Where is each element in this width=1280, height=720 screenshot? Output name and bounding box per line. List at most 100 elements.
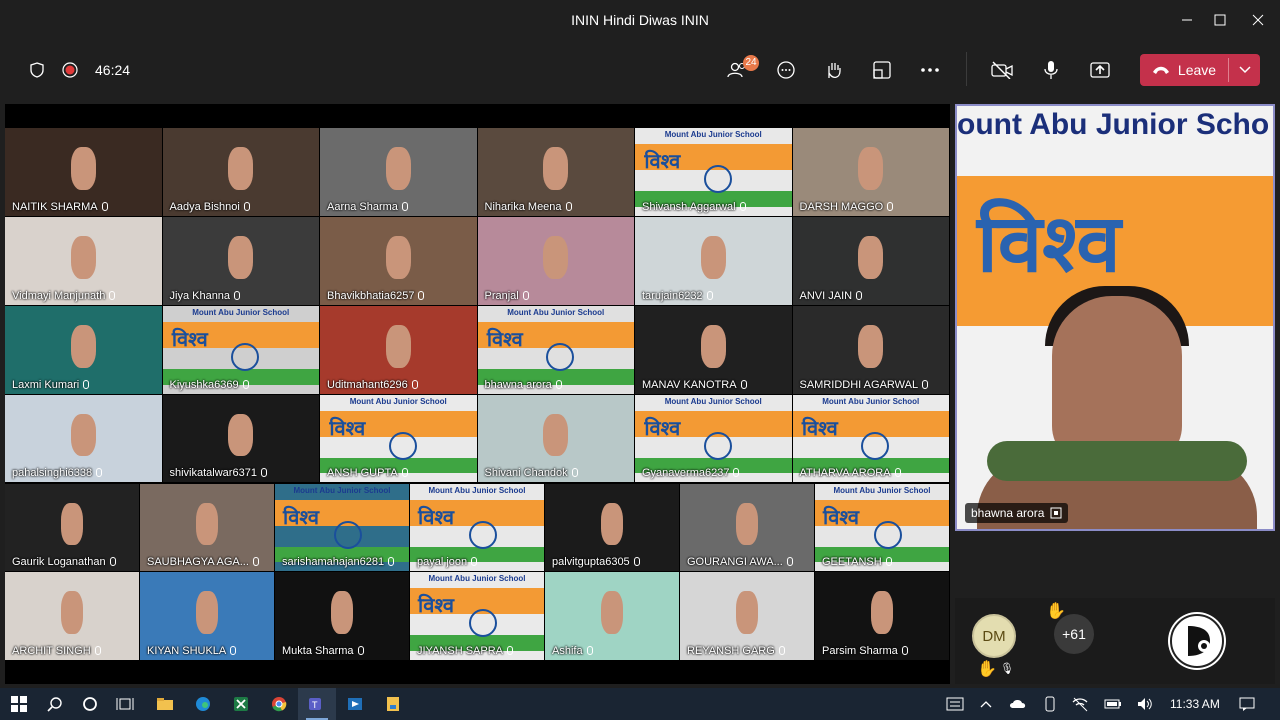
participant-tile[interactable]: REYANSH GARG — [680, 572, 814, 660]
participants-count-badge: 24 — [743, 55, 759, 71]
task-view-icon — [116, 698, 134, 710]
participant-tile[interactable]: GOURANGI AWA... — [680, 484, 814, 571]
mic-icon — [109, 557, 116, 566]
participant-tile[interactable]: tarujain6232 — [635, 217, 792, 305]
taskbar-media-app[interactable] — [336, 688, 374, 720]
ashoka-chakra-icon — [861, 431, 890, 460]
participant-tile[interactable]: Vidmayi Manjunath — [5, 217, 162, 305]
mic-icon — [83, 380, 90, 389]
leave-button[interactable]: Leave — [1140, 54, 1228, 86]
start-button[interactable] — [0, 688, 38, 720]
leave-dropdown-button[interactable] — [1229, 54, 1260, 86]
media-icon — [348, 698, 362, 710]
windows-logo-icon — [11, 696, 27, 712]
banner-hindi-text: विश्व — [644, 418, 681, 441]
participant-tile[interactable]: Mukta Sharma — [275, 572, 409, 660]
participant-name: Niharika Meena — [485, 201, 572, 213]
participant-tile[interactable]: Shivani Chandok — [477, 395, 634, 482]
action-center-button[interactable] — [1228, 688, 1266, 720]
participant-tile[interactable]: Niharika Meena — [477, 128, 634, 216]
search-button[interactable] — [36, 688, 74, 720]
participant-tile[interactable]: Mount Abu Junior School विश्व bhawna arora — [477, 306, 634, 394]
participant-tile[interactable]: Mount Abu Junior School विश्व Kiyushka6369 — [162, 306, 319, 394]
recording-icon — [60, 60, 80, 80]
tray-volume[interactable] — [1126, 688, 1164, 720]
taskbar-edge[interactable] — [184, 688, 222, 720]
participant-name: Shivani Chandok — [485, 467, 578, 479]
participant-tile[interactable]: Mount Abu Junior School विश्व GEETANSH — [815, 484, 949, 571]
banner-school-text: Mount Abu Junior School — [664, 397, 762, 406]
participant-tile[interactable]: Laxmi Kumari — [5, 306, 162, 394]
participant-tile[interactable]: DARSH MAGGO — [792, 128, 949, 216]
participant-face — [601, 591, 623, 634]
spotlight-video[interactable]: ount Abu Junior Scho विश्व bhawna arora — [955, 104, 1275, 531]
taskbar-excel[interactable] — [222, 688, 260, 720]
participant-name: MANAV KANOTRA — [642, 379, 747, 391]
more-participants-button[interactable]: +61 — [1054, 614, 1094, 654]
cloud-icon — [1010, 700, 1026, 708]
participant-tile[interactable]: shivikatalwar6371 — [162, 395, 319, 482]
participant-tile[interactable]: Mount Abu Junior School विश्व sarishamahaj… — [275, 484, 409, 571]
leave-label: Leave — [1177, 62, 1217, 78]
banner-hindi-text: विश्व — [801, 418, 838, 441]
taskbar-clock[interactable]: 11:33 AM — [1170, 697, 1220, 711]
participant-tile[interactable]: palvitgupta6305 — [545, 484, 679, 571]
task-view-button[interactable] — [106, 688, 144, 720]
participant-tile[interactable]: Uditmahant6296 — [320, 306, 477, 394]
participant-tile[interactable]: Mount Abu Junior School विश्व JIYANSH SAPR… — [410, 572, 544, 660]
participant-tile[interactable]: ARCHIT SINGH — [5, 572, 139, 660]
participant-logo-avatar[interactable] — [1168, 612, 1226, 670]
participant-tile[interactable]: NAITIK SHARMA — [5, 128, 162, 216]
taskbar-teams[interactable]: T — [298, 688, 336, 720]
taskbar-file-explorer[interactable] — [146, 688, 184, 720]
spotlight-school-text: ount Abu Junior Scho — [957, 108, 1270, 141]
document-icon — [387, 697, 399, 711]
participant-tile[interactable]: Aarna Sharma — [320, 128, 477, 216]
participant-tile[interactable]: MANAV KANOTRA — [635, 306, 792, 394]
rooms-button[interactable] — [870, 58, 894, 82]
participant-tile[interactable]: Ashifa — [545, 572, 679, 660]
participant-tile[interactable]: Mount Abu Junior School विश्व ANSH GUPTA — [320, 395, 477, 482]
close-button[interactable] — [1235, 0, 1280, 40]
taskbar-chrome[interactable] — [260, 688, 298, 720]
banner-school-text: Mount Abu Junior School — [428, 486, 526, 495]
banner-school-text: Mount Abu Junior School — [822, 397, 920, 406]
participant-tile[interactable]: Gaurik Loganathan — [5, 484, 139, 571]
participant-face — [228, 236, 254, 279]
cortana-button[interactable] — [71, 688, 109, 720]
participant-grid: NAITIK SHARMA Aadya Bishnoi Aarna Sharma Ni… — [5, 104, 950, 684]
share-screen-button[interactable] — [1086, 56, 1114, 84]
participant-tile[interactable]: Jiya Khanna — [162, 217, 319, 305]
excel-icon — [234, 697, 248, 711]
shield-icon[interactable] — [27, 60, 47, 80]
participant-tile[interactable]: SAMRIDDHI AGARWAL — [792, 306, 949, 394]
participant-tile[interactable]: KIYAN SHUKLA — [140, 572, 274, 660]
chrome-icon — [272, 697, 287, 712]
more-icon — [921, 68, 939, 72]
taskbar-file-app[interactable] — [374, 688, 412, 720]
window-titlebar: ININ Hindi Diwas ININ — [0, 0, 1280, 40]
participant-tile[interactable]: ANVI JAIN — [792, 217, 949, 305]
participant-tile[interactable]: SAUBHAGYA AGA... — [140, 484, 274, 571]
participant-tile[interactable]: Mount Abu Junior School विश्व Shivansh Agg… — [635, 128, 792, 216]
participant-tile[interactable]: Mount Abu Junior School विश्व payal joon — [410, 484, 544, 571]
participant-tile[interactable]: Mount Abu Junior School विश्व ATHARVA AROR… — [792, 395, 949, 482]
chevron-up-icon — [980, 701, 992, 708]
participant-tile[interactable]: Bhavikbhatia6257 — [320, 217, 477, 305]
mic-icon — [522, 291, 529, 300]
participant-tile[interactable]: Aadya Bishnoi — [162, 128, 319, 216]
participant-avatar[interactable]: DM — [972, 614, 1016, 658]
chat-button[interactable] — [774, 58, 798, 82]
more-options-button[interactable] — [918, 58, 942, 82]
speaker-scarf — [987, 441, 1247, 481]
mic-toggle-button[interactable] — [1038, 56, 1064, 84]
participant-tile[interactable]: Mount Abu Junior School विश्व Gyanaverma62… — [635, 395, 792, 482]
participant-tile[interactable]: Parsim Sharma — [815, 572, 949, 660]
participant-tile[interactable]: pahalsinghi6338 — [5, 395, 162, 482]
camera-toggle-button[interactable] — [988, 56, 1016, 84]
cortana-icon — [83, 697, 97, 711]
participant-name: bhawna arora — [485, 379, 562, 391]
participant-name: GEETANSH — [822, 556, 892, 568]
participant-tile[interactable]: Pranjal — [477, 217, 634, 305]
reactions-button[interactable] — [822, 58, 846, 82]
